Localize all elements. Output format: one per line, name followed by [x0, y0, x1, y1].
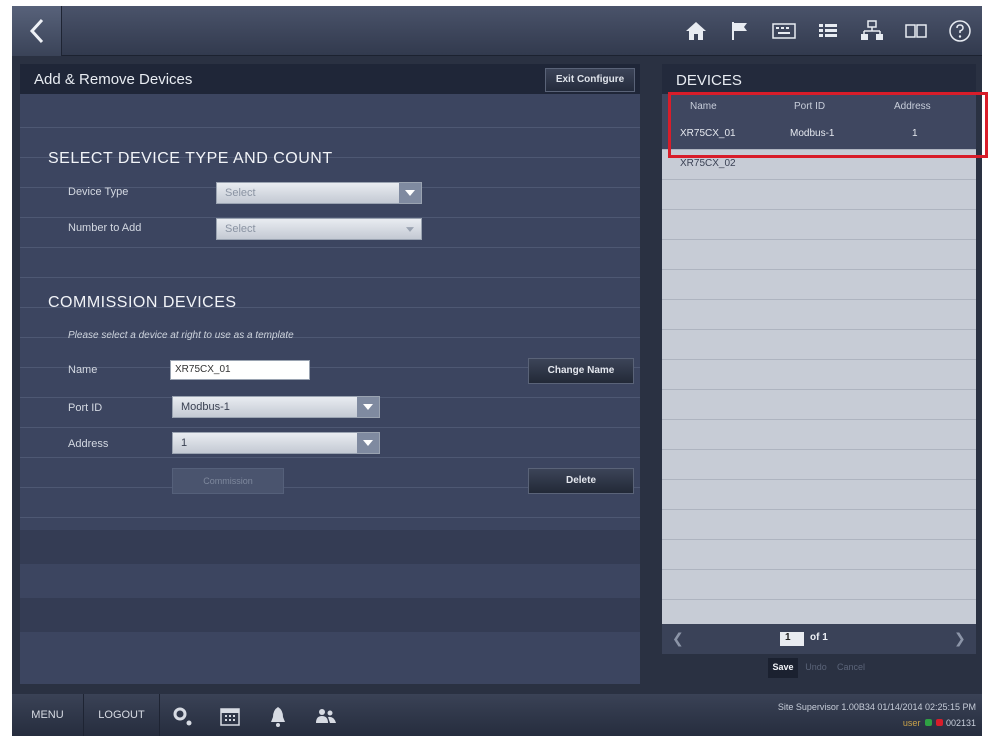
empty-row	[662, 300, 976, 330]
address-label: Address	[68, 438, 109, 450]
number-to-add-select[interactable]: Select	[216, 218, 422, 240]
session-code: 002131	[945, 718, 976, 728]
back-button[interactable]	[12, 6, 62, 56]
network-icon	[861, 20, 883, 40]
selected-device-highlight	[668, 92, 988, 158]
port-id-label: Port ID	[68, 402, 103, 414]
cancel-button[interactable]: Cancel	[834, 658, 868, 678]
name-label: Name	[68, 364, 98, 376]
session-status: user 002131	[903, 718, 976, 728]
empty-row	[662, 420, 976, 450]
device-name-cell: XR75CX_02	[680, 158, 736, 169]
select-device-type-heading: SELECT DEVICE TYPE AND COUNT	[48, 150, 333, 167]
menu-button[interactable]: MENU	[12, 694, 84, 736]
settings-icon[interactable]	[170, 704, 194, 728]
address-value: 1	[181, 437, 188, 449]
empty-row	[662, 210, 976, 240]
number-to-add-label: Number to Add	[68, 222, 142, 234]
help-button[interactable]	[938, 6, 982, 56]
commission-devices-heading: COMMISSION DEVICES	[48, 294, 237, 311]
empty-row	[662, 360, 976, 390]
device-type-select[interactable]: Select	[216, 182, 422, 204]
bottom-bar: MENU LOGOUT Site Supervisor 1.00B34 01/1…	[12, 694, 982, 736]
top-bar	[12, 6, 982, 56]
empty-row	[20, 598, 640, 632]
next-page-icon[interactable]: ❯	[954, 630, 966, 647]
flag-button[interactable]	[718, 6, 762, 56]
chevron-down-icon	[357, 433, 379, 453]
empty-row	[662, 270, 976, 300]
empty-row	[662, 540, 976, 570]
template-hint: Please select a device at right to use a…	[68, 330, 294, 341]
alarm-bell-icon[interactable]	[266, 704, 290, 728]
list-icon	[819, 24, 837, 37]
home-icon	[686, 22, 706, 40]
prev-page-icon[interactable]: ❮	[672, 630, 684, 647]
number-to-add-value: Select	[225, 223, 256, 235]
add-remove-devices-panel: Add & Remove Devices Exit Configure SELE…	[20, 64, 640, 684]
page-number-select[interactable]: 1	[780, 632, 804, 646]
empty-row	[662, 570, 976, 600]
empty-row	[662, 510, 976, 540]
flag-icon	[732, 22, 747, 40]
alarm-indicator	[936, 719, 944, 726]
logout-button[interactable]: LOGOUT	[84, 694, 160, 736]
list-button[interactable]	[806, 6, 850, 56]
chevron-down-icon	[399, 219, 421, 239]
book-button[interactable]	[894, 6, 938, 56]
book-icon	[905, 24, 927, 38]
device-name-input[interactable]: XR75CX_01	[170, 360, 310, 380]
empty-row	[662, 450, 976, 480]
chevron-down-icon	[399, 183, 421, 203]
empty-row	[662, 180, 976, 210]
keyboard-icon	[772, 23, 796, 39]
empty-row	[662, 330, 976, 360]
devices-pager: ❮ 1 of 1 ❯	[662, 624, 976, 654]
empty-row	[662, 480, 976, 510]
back-icon	[29, 18, 43, 44]
device-type-value: Select	[225, 187, 256, 199]
app-window: Add & Remove Devices Exit Configure SELE…	[12, 6, 988, 736]
empty-row	[20, 530, 640, 564]
undo-button[interactable]: Undo	[802, 658, 830, 678]
page-count: of 1	[810, 632, 828, 643]
online-indicator	[924, 719, 932, 726]
exit-configure-button[interactable]: Exit Configure	[545, 68, 635, 92]
network-button[interactable]	[850, 6, 894, 56]
help-icon	[949, 20, 971, 42]
save-button[interactable]: Save	[768, 658, 798, 678]
home-button[interactable]	[674, 6, 718, 56]
devices-actions: Save Undo Cancel	[662, 654, 976, 684]
port-id-select[interactable]: Modbus-1	[172, 396, 380, 418]
keyboard-button[interactable]	[762, 6, 806, 56]
empty-row	[662, 240, 976, 270]
status-line: Site Supervisor 1.00B34 01/14/2014 02:25…	[777, 702, 976, 712]
address-select[interactable]: 1	[172, 432, 380, 454]
port-id-value: Modbus-1	[181, 401, 230, 413]
users-icon[interactable]	[314, 704, 338, 728]
panel-title: Add & Remove Devices	[34, 71, 193, 88]
devices-title: DEVICES	[676, 72, 742, 89]
delete-button[interactable]: Delete	[528, 468, 634, 494]
top-toolbar	[674, 6, 982, 56]
user-label: user	[902, 718, 921, 728]
devices-header: DEVICES	[662, 64, 976, 94]
device-type-label: Device Type	[68, 186, 129, 198]
commission-button[interactable]: Commission	[172, 468, 284, 494]
empty-row	[662, 390, 976, 420]
chevron-down-icon	[357, 397, 379, 417]
change-name-button[interactable]: Change Name	[528, 358, 634, 384]
calendar-icon[interactable]	[218, 704, 242, 728]
